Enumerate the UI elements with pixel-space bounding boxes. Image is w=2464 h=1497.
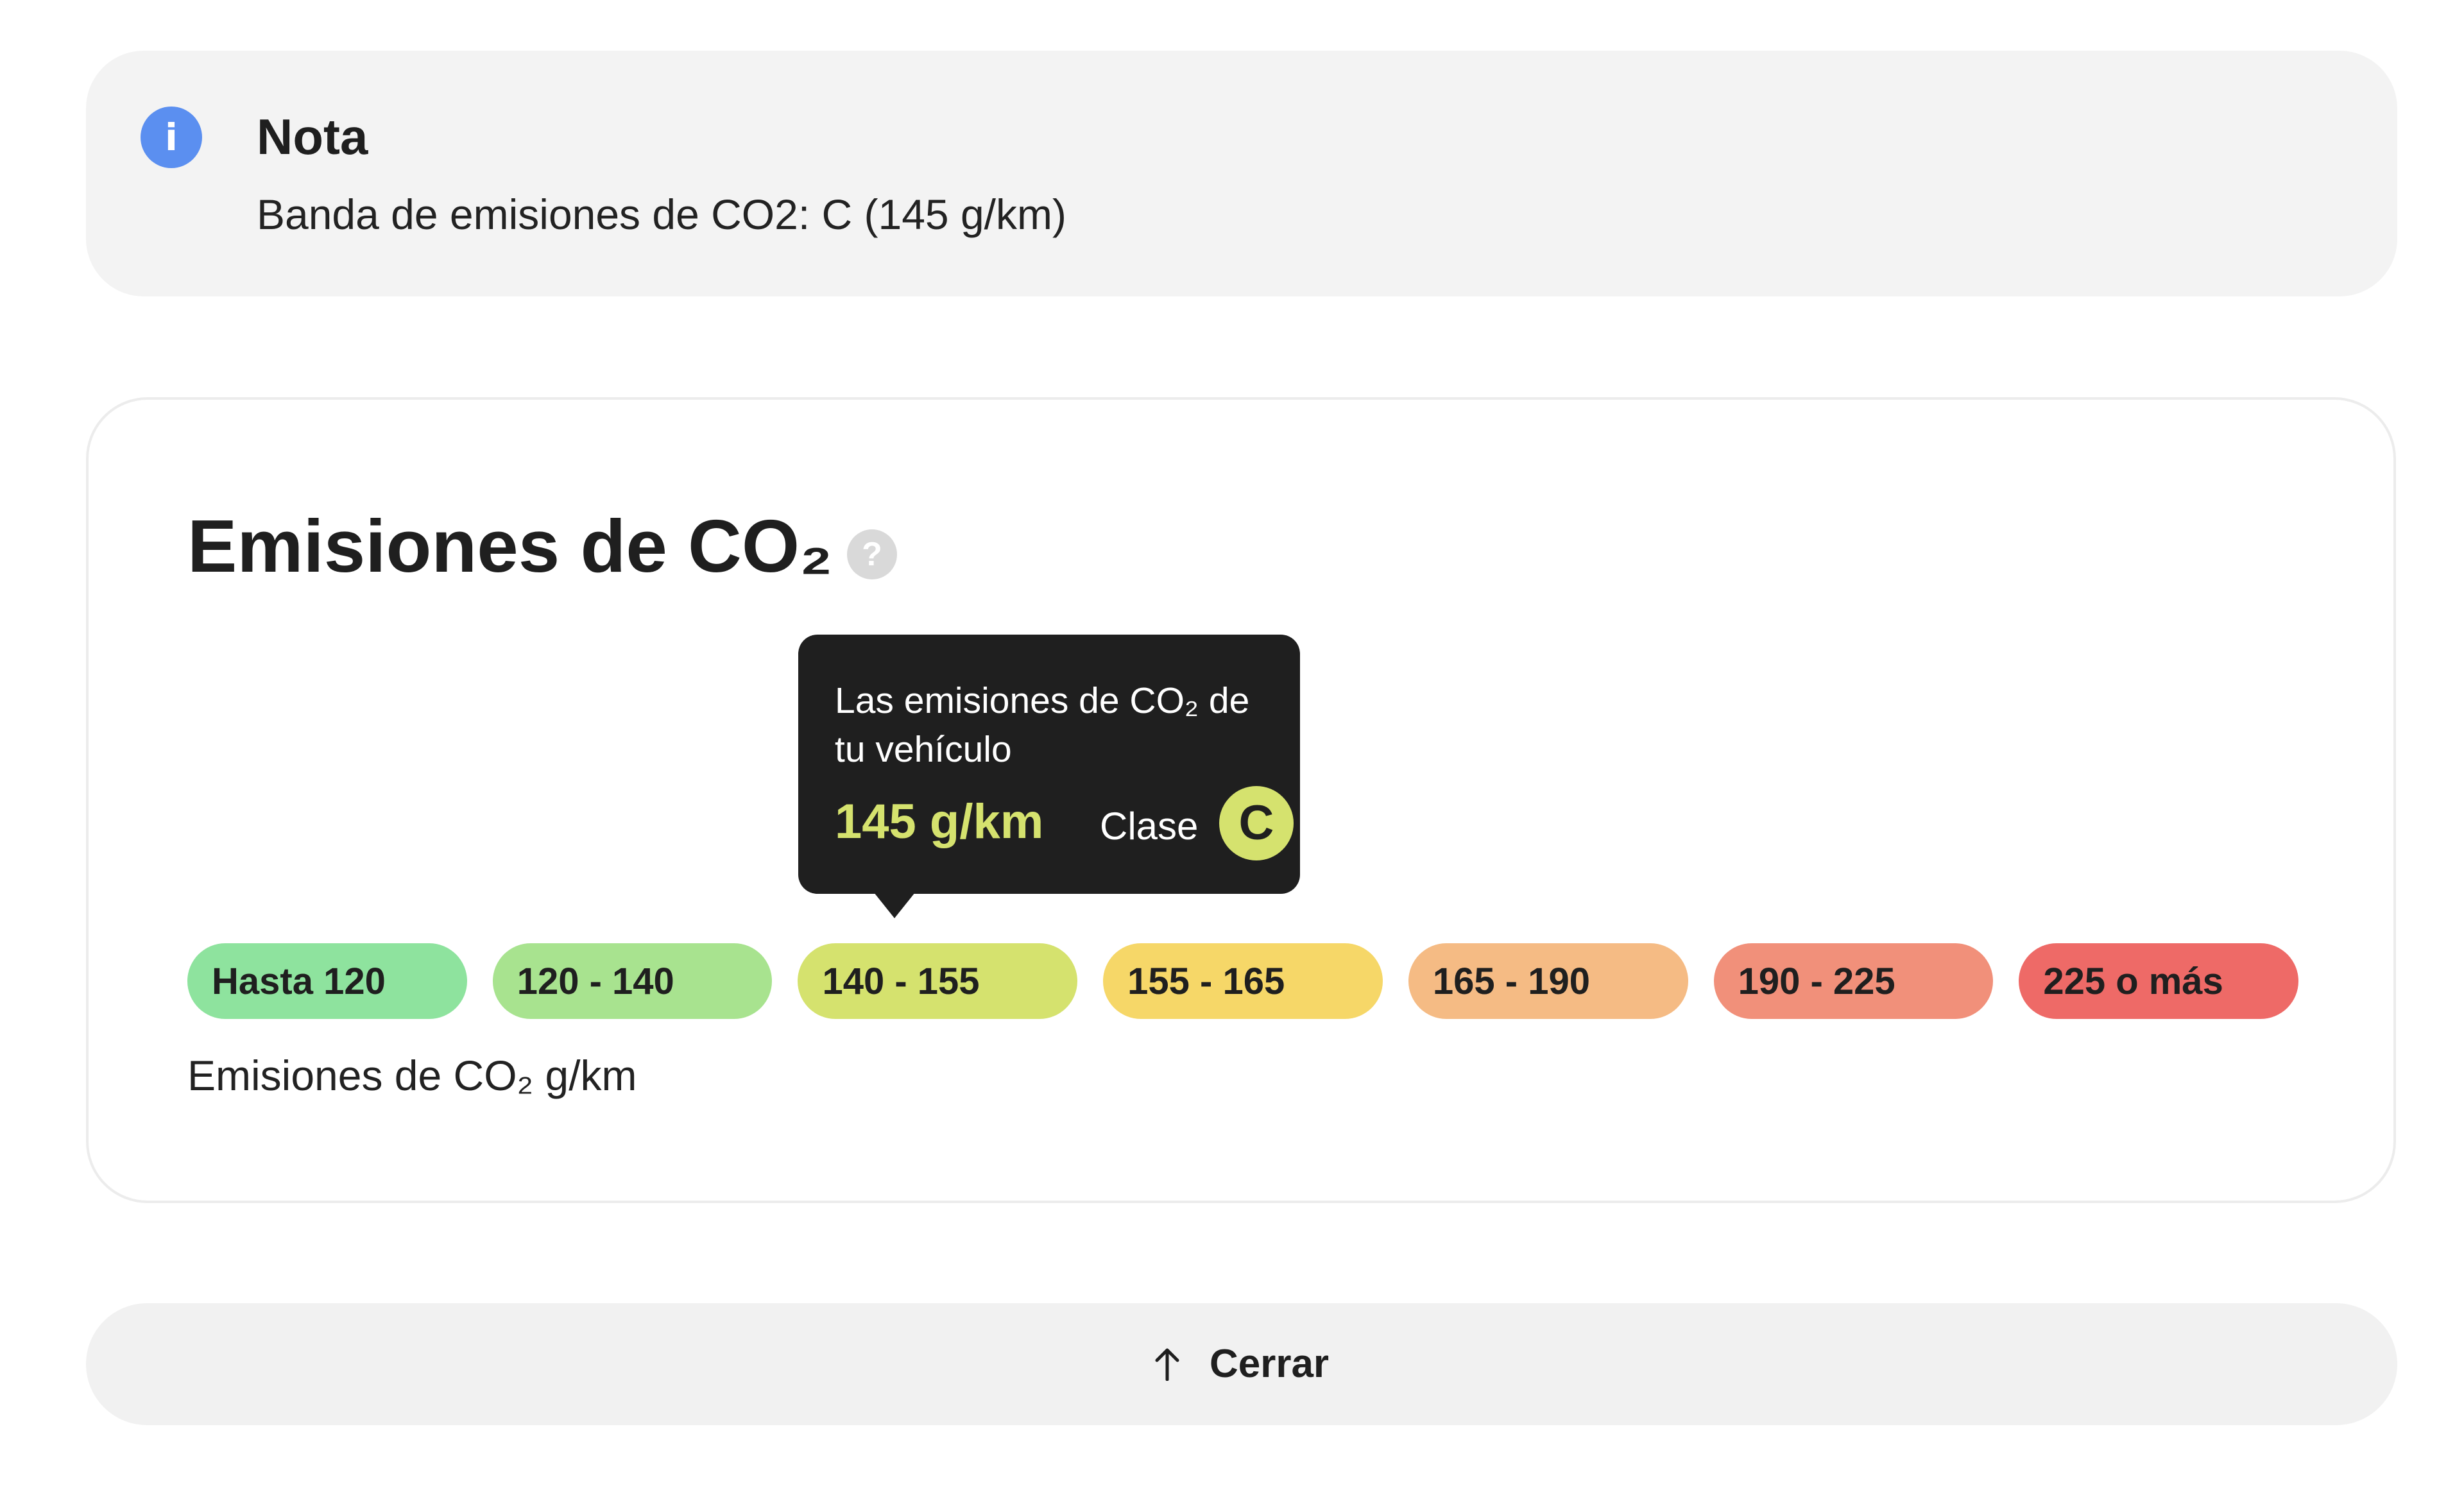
emission-band: 190 - 225	[1713, 943, 1994, 1019]
note-card: i Nota Banda de emisiones de CO2: C (145…	[86, 51, 2397, 296]
info-icon: i	[141, 107, 202, 168]
emissions-bands: Hasta 120 120 - 140 140 - 155 155 - 165 165 …	[187, 943, 2299, 1019]
tooltip-label: Las emisiones de CO₂ de tu vehículo	[835, 680, 1250, 770]
emission-band: 140 - 155	[798, 943, 1078, 1019]
tooltip-class-label: Clase	[1100, 805, 1199, 848]
emissions-tooltip: Las emisiones de CO₂ de tu vehículo 145 …	[798, 635, 1300, 918]
close-label: Cerrar	[1209, 1342, 1330, 1386]
emission-band: Hasta 120	[187, 943, 467, 1019]
info-icon-glyph: i	[165, 115, 178, 159]
emissions-title: Emisiones de CO₂	[187, 504, 833, 588]
tooltip-class-badge: C	[1219, 786, 1294, 860]
note-text: Banda de emisiones de CO2: C (145 g/km)	[257, 191, 1066, 238]
close-button[interactable]: Cerrar	[86, 1303, 2397, 1425]
note-title: Nota	[257, 108, 368, 165]
question-icon[interactable]: ?	[847, 529, 897, 579]
question-icon-glyph: ?	[862, 536, 882, 573]
emission-band: 165 - 190	[1408, 943, 1688, 1019]
emission-band: 120 - 140	[492, 943, 773, 1019]
emissions-card: Emisiones de CO₂ ? Las emisiones de CO₂ …	[86, 397, 2396, 1203]
emission-band: 225 o más	[2019, 943, 2299, 1019]
tooltip-value: 145 g/km	[835, 794, 1044, 849]
emission-band: 155 - 165	[1103, 943, 1383, 1019]
axis-label: Emisiones de CO₂ g/km	[187, 1052, 637, 1099]
arrow-up-icon	[1155, 1348, 1179, 1381]
